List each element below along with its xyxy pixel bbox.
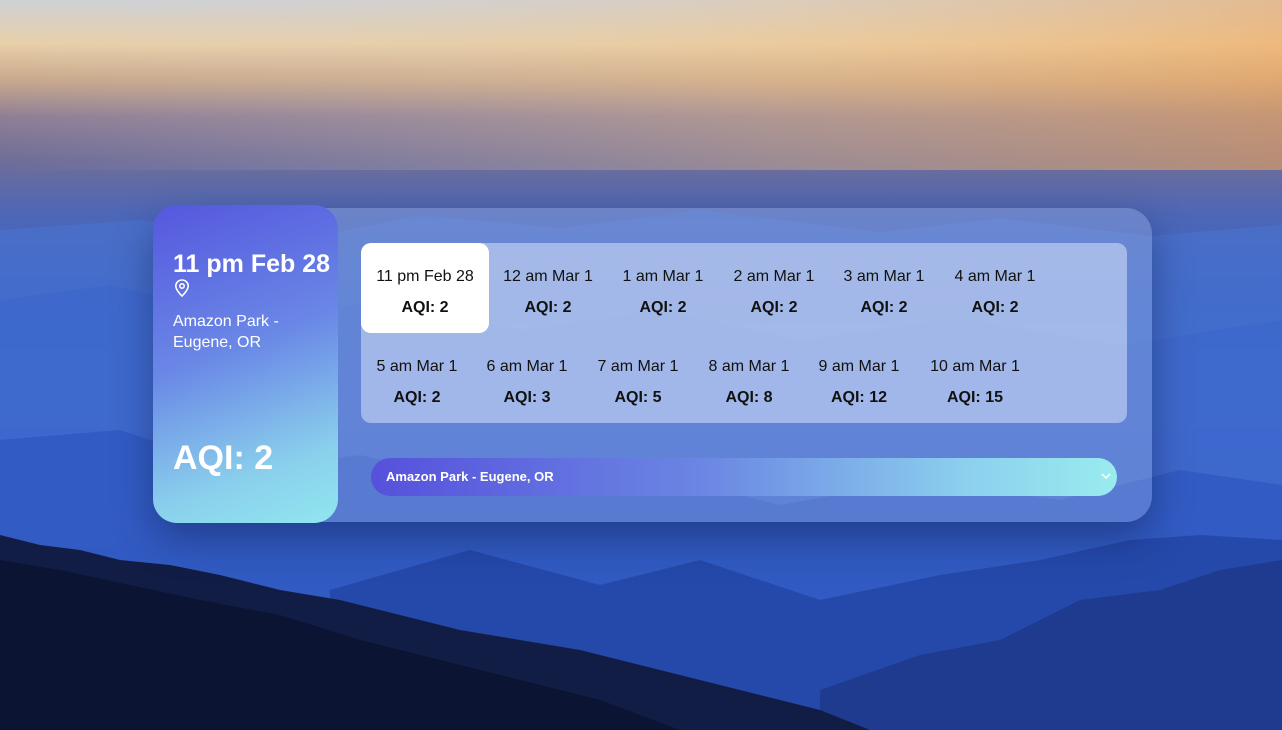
hourly-forecast-grid: 11 pm Feb 28 AQI: 2 12 am Mar 1 AQI: 2 1… <box>361 243 1127 423</box>
forecast-item[interactable]: 2 am Mar 1 AQI: 2 <box>710 243 838 333</box>
forecast-item[interactable]: 4 am Mar 1 AQI: 2 <box>931 243 1059 333</box>
forecast-aqi: AQI: 2 <box>639 299 687 316</box>
chevron-down-icon <box>1101 473 1111 480</box>
forecast-time: 3 am Mar 1 <box>843 268 925 285</box>
forecast-aqi: AQI: 3 <box>503 389 551 406</box>
forecast-item[interactable]: 6 am Mar 1 AQI: 3 <box>463 333 591 423</box>
forecast-item[interactable]: 3 am Mar 1 AQI: 2 <box>820 243 948 333</box>
forecast-time: 7 am Mar 1 <box>597 358 679 375</box>
forecast-aqi: AQI: 15 <box>946 389 1003 406</box>
forecast-time: 6 am Mar 1 <box>486 358 568 375</box>
forecast-aqi: AQI: 2 <box>401 299 449 316</box>
forecast-item[interactable]: 7 am Mar 1 AQI: 5 <box>574 333 702 423</box>
forecast-aqi: AQI: 5 <box>614 389 662 406</box>
forecast-aqi: AQI: 2 <box>524 299 572 316</box>
forecast-time: 1 am Mar 1 <box>622 268 704 285</box>
forecast-time: 4 am Mar 1 <box>954 268 1036 285</box>
forecast-time: 11 pm Feb 28 <box>376 268 474 285</box>
location-select[interactable]: Amazon Park - Eugene, OR <box>371 458 1117 496</box>
forecast-item[interactable]: 8 am Mar 1 AQI: 8 <box>685 333 813 423</box>
forecast-item[interactable]: 11 pm Feb 28 AQI: 2 <box>361 243 489 333</box>
current-aqi-panel: 11 pm Feb 28 Amazon Park - Eugene, OR AQ… <box>153 205 338 523</box>
current-time: 11 pm Feb 28 <box>173 250 331 278</box>
forecast-time: 12 am Mar 1 <box>503 268 593 285</box>
forecast-time: 2 am Mar 1 <box>733 268 815 285</box>
forecast-aqi: AQI: 2 <box>750 299 798 316</box>
forecast-aqi: AQI: 8 <box>725 389 773 406</box>
forecast-aqi: AQI: 2 <box>971 299 1019 316</box>
forecast-time: 5 am Mar 1 <box>376 358 458 375</box>
forecast-time: 8 am Mar 1 <box>708 358 790 375</box>
forecast-item[interactable]: 10 am Mar 1 AQI: 15 <box>911 333 1039 423</box>
forecast-aqi: AQI: 2 <box>393 389 441 406</box>
forecast-item[interactable]: 12 am Mar 1 AQI: 2 <box>484 243 612 333</box>
forecast-item[interactable]: 5 am Mar 1 AQI: 2 <box>353 333 481 423</box>
forecast-time: 9 am Mar 1 <box>818 358 900 375</box>
location-select-value: Amazon Park - Eugene, OR <box>386 469 554 484</box>
map-pin-icon <box>174 279 190 297</box>
forecast-time: 10 am Mar 1 <box>930 358 1020 375</box>
forecast-aqi: AQI: 2 <box>860 299 908 316</box>
forecast-item[interactable]: 1 am Mar 1 AQI: 2 <box>599 243 727 333</box>
forecast-aqi: AQI: 12 <box>830 389 887 406</box>
current-aqi-value: AQI: 2 <box>173 439 274 477</box>
forecast-item[interactable]: 9 am Mar 1 AQI: 12 <box>795 333 923 423</box>
current-location: Amazon Park - Eugene, OR <box>173 313 279 351</box>
